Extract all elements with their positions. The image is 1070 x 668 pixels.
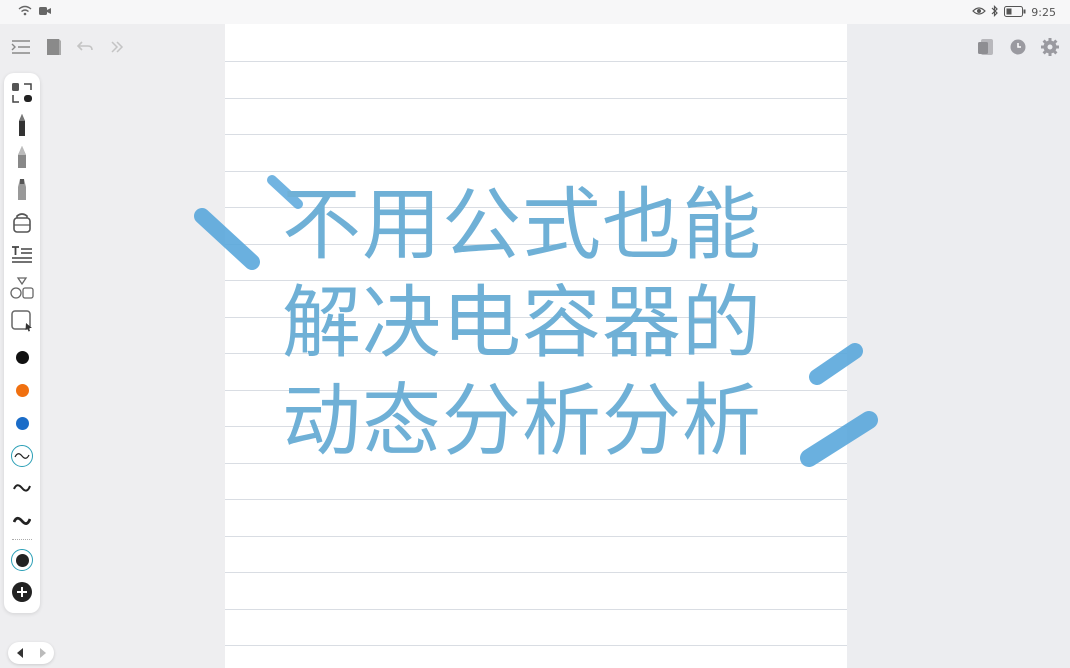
canvas-right-margin bbox=[847, 24, 1070, 668]
pencil-icon[interactable] bbox=[10, 145, 34, 169]
ruled-line bbox=[225, 645, 847, 646]
ruled-line bbox=[225, 98, 847, 99]
eraser-icon[interactable] bbox=[10, 211, 34, 235]
selected-ring-icon bbox=[11, 445, 33, 467]
ruled-line bbox=[225, 572, 847, 573]
camera-icon bbox=[38, 6, 52, 19]
undo-icon[interactable] bbox=[74, 36, 96, 58]
add-icon[interactable] bbox=[10, 580, 34, 604]
page-icon[interactable] bbox=[975, 36, 997, 58]
title-line-2: 解决电容器的 bbox=[282, 277, 762, 369]
stroke-thin-option[interactable] bbox=[10, 444, 34, 468]
page-navigator bbox=[8, 642, 54, 664]
ruled-line bbox=[225, 61, 847, 62]
note-title: 不用公式也能 解决电容器的 动态分析分析 bbox=[282, 176, 762, 470]
title-line-3: 动态分析分析 bbox=[282, 375, 762, 467]
ruled-line bbox=[225, 171, 847, 172]
ruled-line bbox=[225, 134, 847, 135]
status-bar: 9:25 bbox=[0, 0, 1070, 24]
highlighter-icon[interactable] bbox=[10, 177, 34, 201]
top-bar-left bbox=[10, 36, 128, 58]
color-blue-swatch[interactable] bbox=[10, 411, 34, 435]
tool-palette bbox=[4, 73, 40, 613]
wifi-icon bbox=[18, 5, 32, 19]
notebook-icon[interactable] bbox=[42, 36, 64, 58]
shapes-icon[interactable] bbox=[10, 276, 34, 300]
status-time: 9:25 bbox=[1031, 6, 1056, 19]
brush-stroke-right-top bbox=[809, 343, 863, 385]
ruled-line bbox=[225, 536, 847, 537]
toolbar-divider bbox=[12, 539, 32, 542]
previous-page-icon[interactable] bbox=[15, 644, 25, 663]
menu-icon[interactable] bbox=[10, 36, 32, 58]
color-black-swatch[interactable] bbox=[10, 345, 34, 369]
lasso-icon[interactable] bbox=[10, 81, 34, 105]
stroke-medium-option[interactable] bbox=[10, 476, 34, 500]
title-line-1: 不用公式也能 bbox=[282, 179, 762, 271]
eye-icon bbox=[972, 6, 987, 19]
color-orange-swatch[interactable] bbox=[10, 378, 34, 402]
image-icon[interactable] bbox=[10, 309, 34, 333]
pen-icon[interactable] bbox=[10, 113, 34, 137]
status-right: 9:25 bbox=[972, 5, 1056, 20]
stroke-thick-option[interactable] bbox=[10, 509, 34, 533]
current-color-ring bbox=[11, 549, 33, 571]
clock-icon[interactable] bbox=[1007, 36, 1029, 58]
ruled-line bbox=[225, 609, 847, 610]
status-left bbox=[18, 5, 52, 19]
brush-stroke-right-bottom bbox=[800, 411, 878, 467]
battery-icon bbox=[1004, 5, 1026, 20]
ruled-line bbox=[225, 499, 847, 500]
bluetooth-icon bbox=[991, 5, 999, 20]
brush-stroke-left bbox=[194, 208, 260, 270]
current-color-button[interactable] bbox=[10, 548, 34, 572]
forward-icon[interactable] bbox=[106, 36, 128, 58]
next-page-icon[interactable] bbox=[38, 644, 48, 663]
top-bar-right bbox=[975, 36, 1061, 58]
settings-icon[interactable] bbox=[1039, 36, 1061, 58]
text-icon[interactable] bbox=[10, 243, 34, 267]
